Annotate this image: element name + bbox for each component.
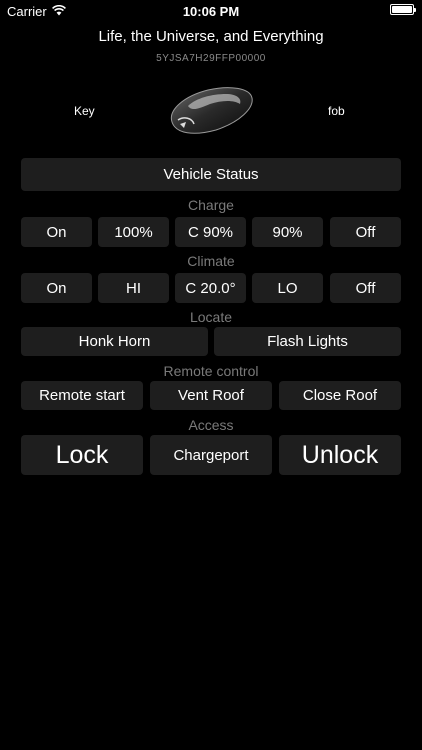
- charge-90-button[interactable]: 90%: [252, 217, 323, 247]
- key-label: Key: [74, 104, 95, 118]
- status-right: [390, 4, 416, 15]
- charge-100-button[interactable]: 100%: [98, 217, 169, 247]
- charge-section-label: Charge: [188, 197, 234, 213]
- status-bar: Carrier 10:06 PM: [0, 0, 422, 22]
- climate-lo-button[interactable]: LO: [252, 273, 323, 303]
- fob-label: fob: [328, 104, 345, 118]
- flash-lights-button[interactable]: Flash Lights: [214, 327, 401, 356]
- climate-temp-button[interactable]: C 20.0°: [175, 273, 246, 303]
- key-fob-row: Key fob: [0, 84, 422, 140]
- access-section-label: Access: [188, 417, 234, 433]
- climate-on-button[interactable]: On: [21, 273, 92, 303]
- lock-button[interactable]: Lock: [21, 435, 143, 475]
- honk-horn-button[interactable]: Honk Horn: [21, 327, 208, 356]
- climate-section-label: Climate: [187, 253, 235, 269]
- vehicle-status-button[interactable]: Vehicle Status: [21, 158, 401, 191]
- key-fob-image[interactable]: [164, 84, 256, 138]
- vehicle-name: Life, the Universe, and Everything: [98, 28, 324, 45]
- charge-off-button[interactable]: Off: [330, 217, 401, 247]
- climate-off-button[interactable]: Off: [330, 273, 401, 303]
- vent-roof-button[interactable]: Vent Roof: [150, 381, 272, 410]
- charge-c90-button[interactable]: C 90%: [175, 217, 246, 247]
- battery-icon: [390, 4, 416, 15]
- climate-hi-button[interactable]: HI: [98, 273, 169, 303]
- clock: 10:06 PM: [182, 4, 240, 19]
- close-roof-button[interactable]: Close Roof: [279, 381, 401, 410]
- remote-control-section-label: Remote control: [163, 363, 259, 379]
- remote-start-button[interactable]: Remote start: [21, 381, 143, 410]
- chargeport-button[interactable]: Chargeport: [150, 435, 272, 475]
- charge-on-button[interactable]: On: [21, 217, 92, 247]
- vin-number: 5YJSA7H29FFP00000: [156, 53, 266, 64]
- unlock-button[interactable]: Unlock: [279, 435, 401, 475]
- locate-section-label: Locate: [189, 309, 233, 325]
